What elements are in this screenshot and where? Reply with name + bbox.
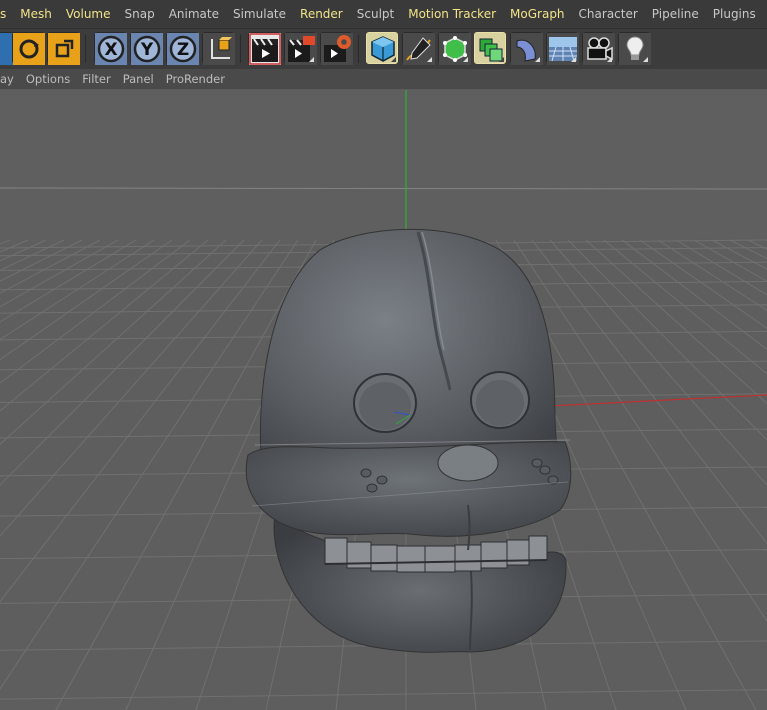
3d-viewport[interactable]	[0, 90, 767, 710]
main-menu-bar: s Mesh Volume Snap Animate Simulate Render Scul…	[0, 0, 767, 28]
viewport-menu-panel[interactable]: Panel	[117, 72, 160, 86]
menu-item-s[interactable]: s	[0, 0, 13, 28]
y-axis-label: Y	[140, 40, 154, 60]
scale-icon	[48, 33, 80, 65]
rotate-icon	[13, 33, 45, 65]
viewport-menu-prorender[interactable]: ProRender	[160, 72, 231, 86]
floor-environment-button[interactable]	[546, 32, 579, 65]
coordinate-system-icon	[203, 33, 235, 65]
viewport-menu-bar: ay Options Filter Panel ProRender	[0, 69, 767, 90]
menu-item-mograph[interactable]: MoGraph	[503, 0, 572, 28]
menu-item-script[interactable]: Script	[763, 0, 767, 28]
array-generator-button[interactable]	[474, 32, 506, 64]
z-axis-lock-button[interactable]: Z	[166, 32, 199, 65]
z-axis-lock-icon: Z	[167, 33, 199, 65]
render-view-icon	[249, 33, 281, 65]
deformer-button[interactable]	[510, 32, 543, 65]
rotate-tool-button[interactable]	[12, 32, 45, 65]
pen-spline-button[interactable]	[402, 32, 435, 65]
menu-item-sculpt[interactable]: Sculpt	[350, 0, 401, 28]
menu-item-mesh[interactable]: Mesh	[13, 0, 59, 28]
menu-item-volume[interactable]: Volume	[59, 0, 118, 28]
subdivision-surface-button[interactable]	[438, 32, 471, 65]
camera-button[interactable]	[582, 32, 615, 65]
viewport-canvas[interactable]	[0, 90, 767, 710]
menu-item-character[interactable]: Character	[572, 0, 645, 28]
render-settings-button[interactable]	[320, 32, 353, 65]
z-axis-label: Z	[177, 40, 189, 60]
menu-item-plugins[interactable]: Plugins	[706, 0, 763, 28]
main-toolbar: X Y Z	[0, 28, 767, 70]
menu-item-snap[interactable]: Snap	[118, 0, 162, 28]
viewport-menu-options[interactable]: Options	[20, 72, 76, 86]
x-axis-lock-icon: X	[95, 33, 127, 65]
head-model[interactable]	[245, 228, 572, 653]
menu-item-render[interactable]: Render	[293, 0, 350, 28]
light-button[interactable]	[618, 32, 651, 65]
cinema4d-window: s Mesh Volume Snap Animate Simulate Render Scul…	[0, 0, 767, 710]
menu-item-motion-tracker[interactable]: Motion Tracker	[401, 0, 503, 28]
render-view-button[interactable]	[248, 32, 281, 65]
coordinate-system-button[interactable]	[202, 32, 235, 65]
render-picture-viewer-button[interactable]	[284, 32, 317, 65]
x-axis-lock-button[interactable]: X	[94, 32, 127, 65]
cube-primitive-button[interactable]	[366, 32, 398, 64]
render-settings-icon	[321, 33, 353, 65]
menu-item-animate[interactable]: Animate	[162, 0, 226, 28]
menu-item-pipeline[interactable]: Pipeline	[645, 0, 706, 28]
scale-tool-button[interactable]	[47, 32, 80, 65]
x-axis-label: X	[104, 40, 117, 60]
menu-item-simulate[interactable]: Simulate	[226, 0, 293, 28]
viewport-menu-ay[interactable]: ay	[0, 72, 20, 86]
viewport-menu-filter[interactable]: Filter	[76, 72, 116, 86]
y-axis-lock-icon: Y	[131, 33, 163, 65]
y-axis-lock-button[interactable]: Y	[130, 32, 163, 65]
